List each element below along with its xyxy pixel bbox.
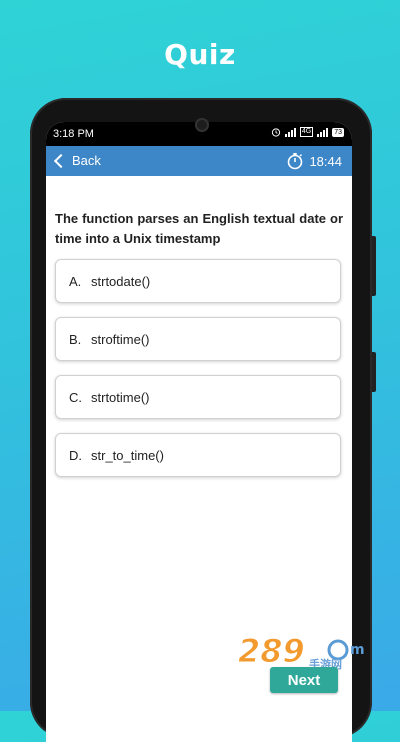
svg-text:m: m [350, 642, 365, 658]
option-letter: C. [69, 389, 82, 405]
back-label: Back [72, 153, 101, 168]
next-button[interactable]: Next [270, 667, 338, 693]
quiz-timer: 18:44 [286, 152, 342, 170]
stopwatch-icon [288, 153, 303, 170]
option-text: strtotime() [91, 389, 150, 405]
answer-option-c[interactable]: C. strtotime() [55, 375, 341, 419]
option-letter: D. [69, 447, 82, 463]
timer-value: 18:44 [309, 153, 342, 169]
option-letter: A. [69, 273, 82, 289]
signal-icon-2 [317, 127, 329, 137]
question-text: The function parses an English textual d… [55, 211, 343, 246]
option-text: stroftime() [91, 331, 150, 347]
status-time: 3:18 PM [53, 128, 94, 140]
signal-icon [284, 127, 296, 137]
back-button[interactable]: Back [53, 153, 101, 169]
answer-option-a[interactable]: A. strtodate() [55, 259, 341, 303]
watermark-logo-icon: 289 m [238, 632, 365, 668]
page-banner-title: Quiz [164, 38, 236, 71]
battery-icon: 73 [332, 127, 344, 137]
phone-power-button [372, 352, 376, 392]
sim-badge: 4G [299, 127, 314, 137]
svg-text:289: 289 [238, 632, 305, 668]
option-text: strtodate() [91, 273, 151, 289]
front-camera-icon [195, 118, 209, 132]
option-text: str_to_time() [91, 447, 164, 463]
status-icons: 4G 73 [271, 127, 344, 137]
answer-option-b[interactable]: B. stroftime() [55, 317, 341, 361]
alarm-icon [271, 128, 280, 137]
app-bar: Back 18:44 [46, 146, 352, 176]
phone-volume-button [372, 236, 376, 296]
option-letter: B. [69, 331, 82, 347]
answer-option-d[interactable]: D. str_to_time() [55, 433, 341, 477]
chevron-left-icon [53, 153, 69, 169]
